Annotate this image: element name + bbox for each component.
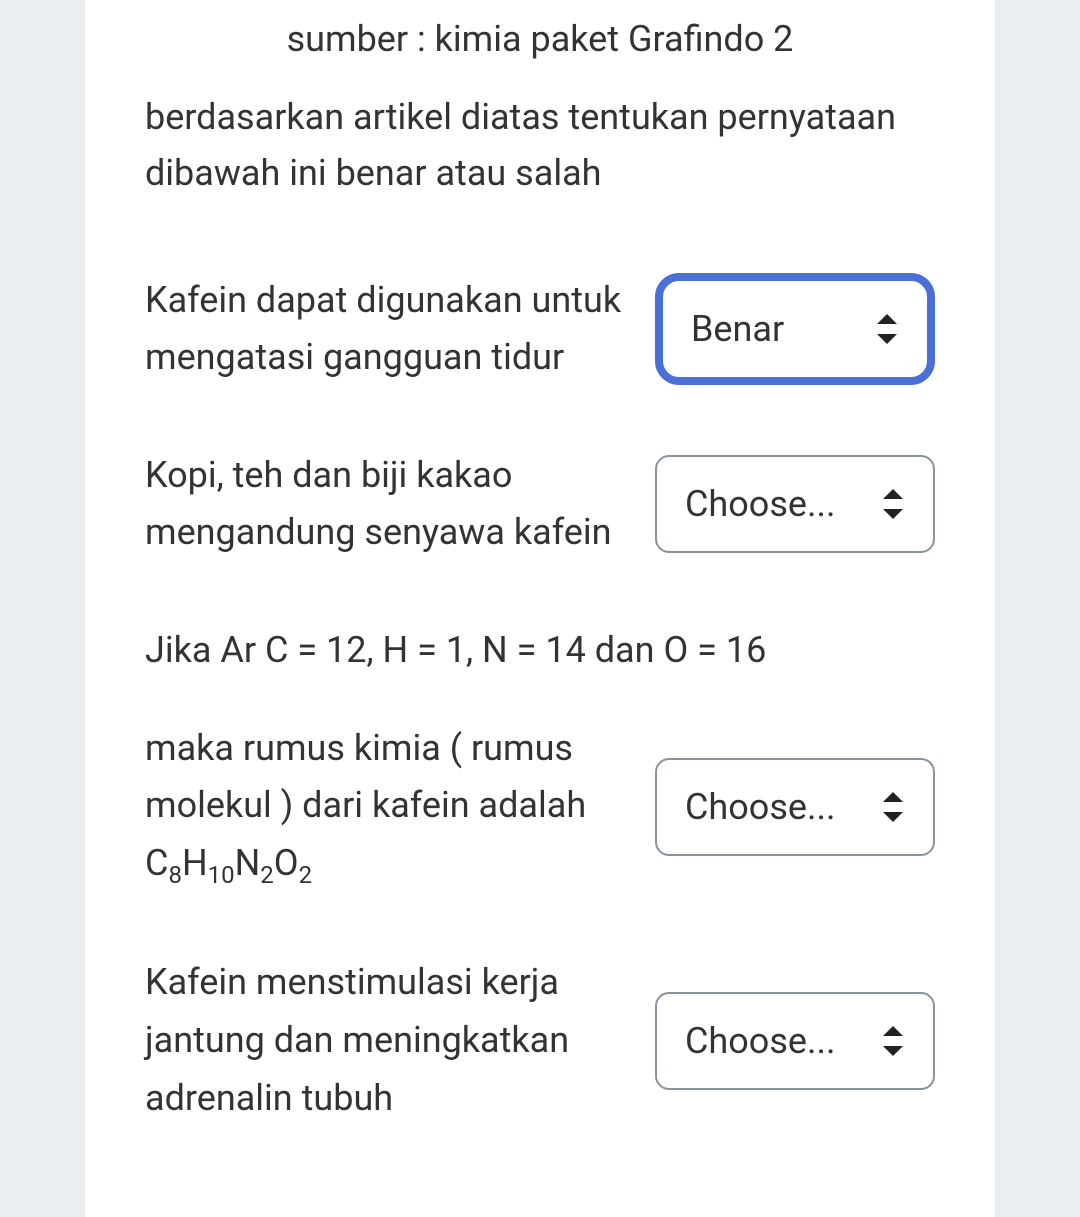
- answer-select-value: Choose...: [685, 1020, 835, 1062]
- formula-el: N: [235, 842, 261, 884]
- question-text: Kafein menstimulasi kerja jantung dan me…: [145, 954, 655, 1127]
- answer-select-wrap: Choose...: [655, 758, 935, 856]
- instruction-text: berdasarkan artikel diatas tentukan pern…: [85, 90, 995, 272]
- formula-sub: 8: [168, 861, 182, 889]
- formula-sub: 2: [260, 861, 274, 889]
- formula-el: H: [182, 842, 208, 884]
- answer-select-value: Choose...: [685, 786, 835, 828]
- sort-icon: [881, 792, 905, 822]
- sort-icon: [881, 1026, 905, 1056]
- question-row: Kafein dapat digunakan untuk mengatasi g…: [85, 272, 995, 387]
- question-text: Kafein dapat digunakan untuk mengatasi g…: [145, 272, 655, 387]
- answer-select-value: Benar: [691, 308, 784, 350]
- answer-select[interactable]: Choose...: [655, 758, 935, 856]
- question-text-formula: maka rumus kimia ( rumus molekul ) dari …: [145, 720, 655, 895]
- formula-el: O: [274, 842, 299, 884]
- source-text: sumber : kimia paket Grafindo 2: [85, 0, 995, 90]
- answer-select-wrap: Choose...: [655, 455, 935, 553]
- sort-icon: [881, 489, 905, 519]
- answer-select[interactable]: Benar: [655, 273, 935, 385]
- formula-sub: 10: [208, 861, 235, 889]
- answer-select-value: Choose...: [685, 483, 835, 525]
- question-text-premise: Jika Ar C = 12, H = 1, N = 14 dan O = 16: [145, 622, 935, 680]
- question-card: sumber : kimia paket Grafindo 2 berdasar…: [85, 0, 995, 1217]
- question-row: Kopi, teh dan biji kakao mengandung seny…: [85, 447, 995, 562]
- answer-select[interactable]: Choose...: [655, 455, 935, 553]
- question-row: Jika Ar C = 12, H = 1, N = 14 dan O = 16…: [85, 622, 995, 894]
- question-row: Kafein menstimulasi kerja jantung dan me…: [85, 954, 995, 1127]
- answer-select-wrap: Choose...: [655, 992, 935, 1090]
- question-text: Kopi, teh dan biji kakao mengandung seny…: [145, 447, 655, 562]
- answer-select[interactable]: Choose...: [655, 992, 935, 1090]
- answer-select-wrap: Benar: [655, 273, 935, 385]
- formula-sub: 2: [299, 861, 313, 889]
- sort-icon: [875, 314, 899, 344]
